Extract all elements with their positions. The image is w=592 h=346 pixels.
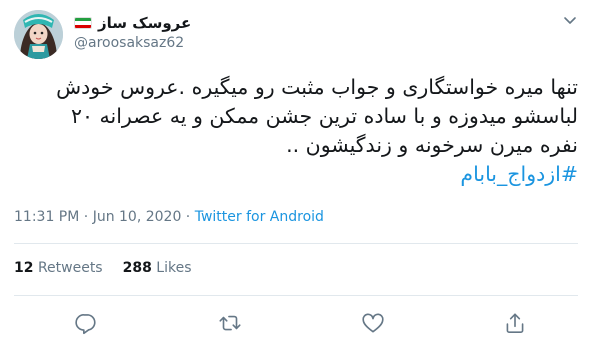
- tweet-text-line: نفره میرن سرخونه و زندگیشون ..: [286, 133, 578, 157]
- avatar[interactable]: [14, 10, 63, 59]
- tweet-text: تنها میره خواستگاری و جواب مثبت رو میگیر…: [14, 73, 578, 189]
- retweet-icon[interactable]: [217, 310, 243, 336]
- tweet-source-link[interactable]: Twitter for Android: [195, 209, 324, 225]
- tweet-text-line: لباسشو میدوزه و با ساده ترین جشن ممکن و …: [70, 104, 578, 128]
- retweets-count: 12: [14, 260, 34, 276]
- name-row: عروسک ساز: [74, 13, 191, 33]
- retweets-label: Retweets: [37, 260, 103, 276]
- likes-stat[interactable]: 288 Likes: [123, 260, 192, 276]
- retweets-stat[interactable]: 12 Retweets: [14, 260, 103, 276]
- chevron-down-icon[interactable]: [562, 12, 578, 28]
- tweet-time[interactable]: 11:31 PM: [14, 209, 79, 225]
- tweet-stats: 12 Retweets 288 Likes: [14, 260, 192, 276]
- display-name[interactable]: عروسک ساز: [98, 14, 191, 32]
- divider: [14, 295, 578, 296]
- likes-label: Likes: [156, 260, 192, 276]
- like-icon[interactable]: [360, 310, 386, 336]
- user-info: عروسک ساز @aroosaksaz62: [74, 13, 191, 51]
- action-bar: [0, 300, 592, 346]
- reply-icon[interactable]: [73, 310, 99, 336]
- meta-separator: ·: [181, 209, 195, 225]
- hashtag-link[interactable]: #ازدواج_بابام: [14, 160, 578, 189]
- tweet-date[interactable]: Jun 10, 2020: [93, 209, 182, 225]
- user-handle[interactable]: @aroosaksaz62: [74, 35, 191, 51]
- divider: [14, 243, 578, 244]
- share-icon[interactable]: [502, 310, 528, 336]
- likes-count: 288: [122, 260, 152, 276]
- tweet-text-line: تنها میره خواستگاری و جواب مثبت رو میگیر…: [56, 75, 578, 99]
- tweet-meta: 11:31 PM · Jun 10, 2020 · Twitter for An…: [14, 209, 324, 225]
- meta-separator: ·: [79, 209, 93, 225]
- iran-flag-icon: [74, 17, 92, 29]
- tweet-card: عروسک ساز @aroosaksaz62 تنها میره خواستگ…: [0, 0, 592, 346]
